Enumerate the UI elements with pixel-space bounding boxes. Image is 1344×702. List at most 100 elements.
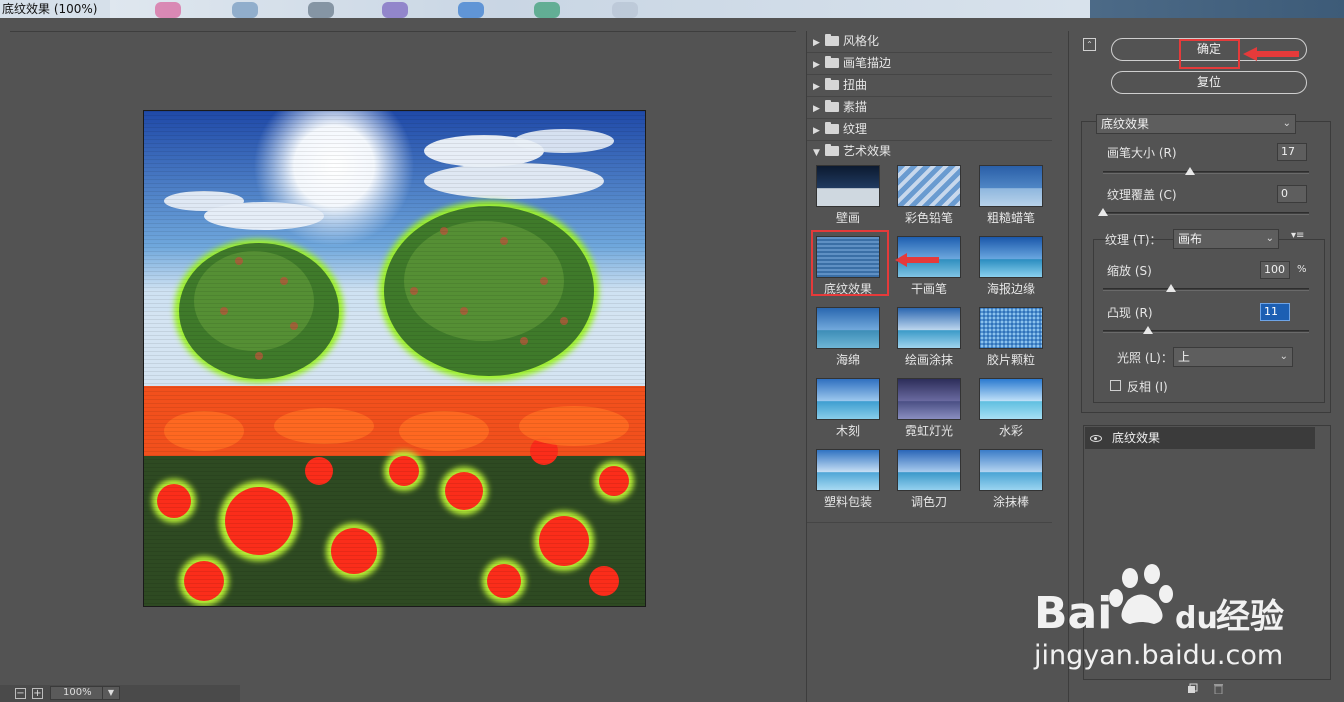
- folder-icon: [825, 122, 839, 134]
- filter-label: 水彩: [998, 424, 1023, 438]
- light-select[interactable]: 上 ⌄: [1173, 347, 1293, 367]
- zoom-select[interactable]: 100% ▼: [50, 686, 120, 700]
- filter-thumb-neon-glow[interactable]: [897, 378, 961, 420]
- red-arrow-annotation: [895, 253, 939, 267]
- collapse-gallery-icon[interactable]: ⌃: [1083, 38, 1096, 51]
- filter-thumb-plastic-wrap[interactable]: [816, 449, 880, 491]
- texture-coverage-slider[interactable]: [1103, 212, 1309, 215]
- filter-thumb-colored-pencil[interactable]: [897, 165, 961, 207]
- filter-label: 彩色铅笔: [904, 211, 953, 225]
- category-stylize[interactable]: ▶ 风格化: [807, 31, 1052, 53]
- scaling-label: 缩放 (S): [1107, 264, 1152, 278]
- category-label: 扭曲: [843, 78, 868, 92]
- category-artistic[interactable]: ▼ 艺术效果: [807, 141, 1052, 163]
- scaling-input[interactable]: 100: [1260, 261, 1290, 279]
- filter-thumb-poster-edges[interactable]: [979, 236, 1043, 278]
- filter-label: 粗糙蜡笔: [986, 211, 1035, 225]
- filter-label: 壁画: [835, 211, 860, 225]
- brush-size-input[interactable]: 17: [1277, 143, 1307, 161]
- watermark-brand-du: du: [1175, 601, 1218, 636]
- taskbar-app-icon[interactable]: [458, 2, 484, 18]
- collapse-triangle-icon: ▼: [813, 148, 820, 158]
- scaling-slider-handle[interactable]: [1165, 284, 1176, 292]
- category-label: 画笔描边: [843, 56, 892, 70]
- filter-thumb-film-grain[interactable]: [979, 307, 1043, 349]
- invert-checkbox[interactable]: [1110, 380, 1121, 391]
- effect-layer-name: 底纹效果: [1112, 431, 1161, 445]
- filter-gallery: ▶ 风格化 ▶ 画笔描边 ▶ 扭曲 ▶ 素描 ▶ 纹理 ▼ 艺术效果 壁画 彩色铅笔 粗糙蜡…: [806, 31, 1052, 702]
- filter-thumb-sponge[interactable]: [816, 307, 880, 349]
- taskbar-app-icon[interactable]: [534, 2, 560, 18]
- taskbar-app-icon[interactable]: [382, 2, 408, 18]
- chevron-down-icon: ▼: [102, 687, 119, 699]
- brush-size-slider[interactable]: [1103, 171, 1309, 174]
- texture-coverage-label: 纹理覆盖 (C): [1107, 188, 1177, 202]
- invert-label: 反相 (I): [1127, 380, 1168, 394]
- taskbar-app-icon[interactable]: [155, 2, 181, 18]
- filter-thumb-fresco[interactable]: [816, 165, 880, 207]
- taskbar-app-icon[interactable]: [232, 2, 258, 18]
- expand-triangle-icon: ▶: [813, 126, 820, 136]
- taskbar-app-icon[interactable]: [308, 2, 334, 18]
- category-label: 风格化: [843, 34, 880, 48]
- watermark-url: jingyan.baidu.com: [1033, 640, 1283, 670]
- selected-filter-highlight: [811, 230, 889, 296]
- filter-thumb-smudge-stick[interactable]: [979, 449, 1043, 491]
- filter-thumbnails: 壁画 彩色铅笔 粗糙蜡笔 底纹效果 干画笔 海报边缘 海绵 绘画涂抹 胶片颗粒 …: [807, 163, 1052, 523]
- relief-slider-handle[interactable]: [1143, 326, 1154, 334]
- folder-open-icon: [825, 144, 839, 156]
- filter-label: 调色刀: [910, 495, 947, 509]
- texture-select[interactable]: 画布 ⌄: [1173, 229, 1279, 249]
- texture-menu-icon[interactable]: ▾≡: [1291, 230, 1304, 241]
- filter-thumb-paint-daubs[interactable]: [897, 307, 961, 349]
- eye-icon[interactable]: [1090, 435, 1102, 442]
- red-arrow-annotation: [1243, 47, 1299, 61]
- zoom-value: 100%: [63, 687, 92, 698]
- filter-select-value: 底纹效果: [1101, 117, 1150, 131]
- expand-triangle-icon: ▶: [813, 38, 820, 48]
- category-label: 素描: [843, 100, 868, 114]
- title-bar: 底纹效果 (100%): [0, 0, 1344, 18]
- taskbar-app-icon[interactable]: [612, 2, 638, 18]
- relief-slider[interactable]: [1103, 330, 1309, 333]
- relief-label: 凸现 (R): [1107, 306, 1153, 320]
- folder-icon: [825, 56, 839, 68]
- expand-triangle-icon: ▶: [813, 104, 820, 114]
- filter-select[interactable]: 底纹效果 ⌄: [1096, 114, 1296, 134]
- filter-thumb-palette-knife[interactable]: [897, 449, 961, 491]
- filter-thumb-cutout[interactable]: [816, 378, 880, 420]
- category-texture[interactable]: ▶ 纹理: [807, 119, 1052, 141]
- scaling-unit: %: [1297, 264, 1307, 275]
- taskbar-right-area: [1090, 0, 1344, 18]
- texture-coverage-input[interactable]: 0: [1277, 185, 1307, 203]
- folder-icon: [825, 100, 839, 112]
- filter-label: 海报边缘: [986, 282, 1035, 296]
- folder-icon: [825, 34, 839, 46]
- brush-size-slider-handle[interactable]: [1184, 167, 1195, 175]
- filter-label: 绘画涂抹: [904, 353, 953, 367]
- filter-thumb-rough-pastels[interactable]: [979, 165, 1043, 207]
- expand-triangle-icon: ▶: [813, 60, 820, 70]
- effect-layer-row[interactable]: 底纹效果: [1085, 427, 1315, 449]
- filter-label: 霓虹灯光: [904, 424, 953, 438]
- scaling-slider[interactable]: [1103, 288, 1309, 291]
- filter-label: 涂抹棒: [992, 495, 1029, 509]
- watermark-brand: Bai: [1034, 588, 1112, 639]
- category-brush-strokes[interactable]: ▶ 画笔描边: [807, 53, 1052, 75]
- zoom-out-button[interactable]: −: [15, 688, 26, 699]
- filter-label: 海绵: [835, 353, 860, 367]
- zoom-in-button[interactable]: +: [32, 688, 43, 699]
- brush-size-label: 画笔大小 (R): [1107, 146, 1177, 160]
- texture-select-value: 画布: [1178, 232, 1203, 246]
- new-effect-layer-icon[interactable]: [1187, 683, 1198, 694]
- relief-input[interactable]: 11: [1260, 303, 1290, 321]
- trash-icon[interactable]: [1213, 683, 1224, 694]
- reset-button[interactable]: 复位: [1111, 71, 1307, 94]
- category-sketch[interactable]: ▶ 素描: [807, 97, 1052, 119]
- category-label: 纹理: [843, 122, 868, 136]
- filter-thumb-watercolor[interactable]: [979, 378, 1043, 420]
- category-distort[interactable]: ▶ 扭曲: [807, 75, 1052, 97]
- texture-coverage-slider-handle[interactable]: [1098, 208, 1108, 216]
- preview-image[interactable]: [143, 110, 646, 607]
- folder-icon: [825, 78, 839, 90]
